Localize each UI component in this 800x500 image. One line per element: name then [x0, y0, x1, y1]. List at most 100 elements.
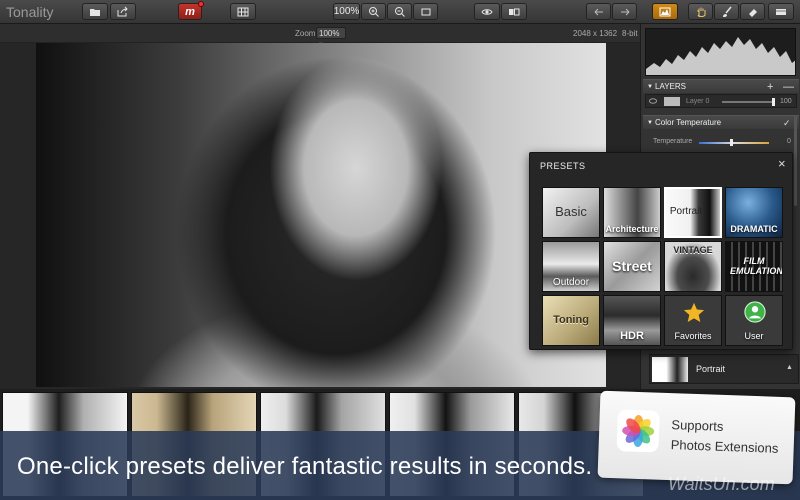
preset-tile-toning[interactable]: Toning: [542, 295, 600, 346]
preset-tile-architecture[interactable]: Architecture: [603, 187, 661, 238]
plugin-m-button[interactable]: m: [178, 1, 204, 20]
portrait-photo[interactable]: [36, 43, 606, 387]
current-preset-selector[interactable]: Portrait ▲: [649, 354, 799, 384]
notification-badge: [198, 1, 204, 7]
compare-button[interactable]: [501, 3, 527, 20]
layer-row[interactable]: Layer 0 100: [645, 94, 797, 108]
histogram-graph: [646, 37, 795, 75]
image-dimensions: 2048 x 1362: [573, 29, 618, 38]
app-title: Tonality: [6, 4, 54, 20]
preset-tile-user[interactable]: User: [725, 295, 783, 346]
preset-label: Street: [612, 258, 652, 274]
preset-label: Toning: [553, 314, 589, 326]
undo-button[interactable]: [586, 3, 611, 20]
layer-opacity-knob[interactable]: [772, 98, 775, 106]
card-line-2: Photos Extensions: [670, 437, 779, 456]
photos-extensions-card: Supports Photos Extensions: [597, 390, 796, 485]
collapse-triangle-icon: ▼: [647, 84, 653, 90]
panel-icon: [776, 8, 786, 15]
collapse-triangle-icon: ▼: [647, 120, 653, 126]
presets-title: PRESETS: [540, 161, 586, 171]
zoom-in-button[interactable]: [361, 3, 386, 20]
zoom-out-icon: [394, 6, 405, 17]
add-layer-button[interactable]: +: [767, 80, 773, 94]
hand-icon: [696, 7, 705, 17]
current-preset-name: Portrait: [696, 364, 726, 374]
share-button[interactable]: [110, 3, 136, 20]
eraser-icon: [748, 8, 757, 17]
preset-tile-favorites[interactable]: Favorites: [664, 295, 722, 346]
preview-toggle-button[interactable]: [474, 3, 500, 20]
histogram-icon: [659, 7, 671, 16]
eraser-tool-button[interactable]: [740, 3, 765, 20]
preset-tile-dramatic[interactable]: DRAMATIC: [725, 187, 783, 238]
temperature-slider-knob[interactable]: [730, 139, 733, 146]
preset-label: Favorites: [674, 331, 712, 341]
layer-opacity-slider[interactable]: [722, 101, 774, 103]
remove-layer-button[interactable]: —: [783, 80, 794, 94]
brush-tool-button[interactable]: [714, 3, 739, 20]
layer-name: Layer 0: [686, 98, 710, 105]
layers-header[interactable]: ▼ LAYERS + —: [643, 79, 799, 93]
preset-label: Basic: [555, 204, 587, 219]
preset-tile-film-emulation[interactable]: FILM EMULATION: [725, 241, 783, 292]
preset-label: Outdoor: [552, 277, 590, 288]
expand-up-icon[interactable]: ▲: [786, 364, 793, 371]
close-icon[interactable]: ×: [778, 156, 786, 171]
image-info-bar: Zoom 100% ▾ 2048 x 1362 8-bit: [0, 24, 640, 49]
fit-icon: [421, 8, 430, 15]
temperature-slider[interactable]: [699, 142, 769, 144]
zoom-label: Zoom: [295, 29, 316, 38]
histogram: [645, 28, 796, 76]
grid-icon: [237, 7, 249, 16]
preset-tile-hdr[interactable]: HDR: [603, 295, 661, 346]
undo-icon: [594, 8, 603, 15]
hand-tool-button[interactable]: [688, 3, 713, 20]
tonality-window: Tonality m 100% Zoom 100% 2048 x 1362 8-…: [0, 0, 800, 500]
current-preset-thumbnail: [652, 357, 688, 382]
zoom-select-value: 100%: [319, 29, 340, 38]
color-temperature-title: Color Temperature: [655, 118, 722, 127]
preset-label: User: [744, 331, 764, 341]
preset-label: HDR: [620, 330, 644, 342]
redo-button[interactable]: [612, 3, 637, 20]
panel-scrollbar[interactable]: [794, 116, 797, 206]
card-line-1: Supports: [671, 417, 724, 434]
preset-tile-vintage[interactable]: VINTAGE: [664, 241, 722, 292]
brush-icon: [722, 6, 732, 17]
compare-icon: [509, 8, 520, 15]
photos-app-icon: [616, 409, 660, 453]
promo-caption: One-click presets deliver fantastic resu…: [17, 453, 593, 480]
toolbar: Tonality m 100%: [0, 0, 800, 24]
redo-icon: [620, 8, 629, 15]
grid-button[interactable]: [230, 3, 256, 20]
preset-label: FILM EMULATION: [730, 256, 783, 276]
preset-tile-outdoor[interactable]: Outdoor: [542, 241, 600, 292]
plugin-m-icon: m: [185, 5, 195, 18]
layer-opacity-value: 100: [780, 98, 792, 105]
preset-label: VINTAGE: [673, 245, 713, 255]
temperature-value: 0: [787, 138, 791, 145]
layers-title: LAYERS: [655, 82, 686, 91]
panel-toggle-button[interactable]: [768, 3, 794, 20]
preset-label: Portrait: [669, 206, 703, 217]
preset-tile-portrait[interactable]: Portrait: [664, 187, 722, 238]
eye-icon: [481, 8, 493, 15]
zoom-select[interactable]: 100% ▾: [316, 27, 346, 49]
preset-tile-street[interactable]: Street: [603, 241, 661, 292]
presets-popup: PRESETS × Basic Architecture Portrait DR…: [529, 152, 793, 350]
star-icon: [683, 302, 705, 322]
open-folder-button[interactable]: [82, 3, 108, 20]
zoom-in-icon: [368, 6, 379, 17]
color-temperature-enable-check[interactable]: ✓: [783, 116, 791, 130]
fit-to-screen-button[interactable]: [413, 3, 438, 20]
zoom-percent-label: 100%: [333, 6, 360, 17]
histogram-view-button[interactable]: [652, 3, 678, 20]
preset-label: DRAMATIC: [730, 224, 778, 234]
color-temperature-header[interactable]: ▼ Color Temperature ✓: [643, 115, 799, 129]
preset-tile-basic[interactable]: Basic: [542, 187, 600, 238]
zoom-percent-button[interactable]: 100%: [333, 3, 360, 20]
zoom-out-button[interactable]: [387, 3, 412, 20]
layer-visibility-icon[interactable]: [649, 98, 657, 104]
user-icon: [744, 301, 766, 323]
